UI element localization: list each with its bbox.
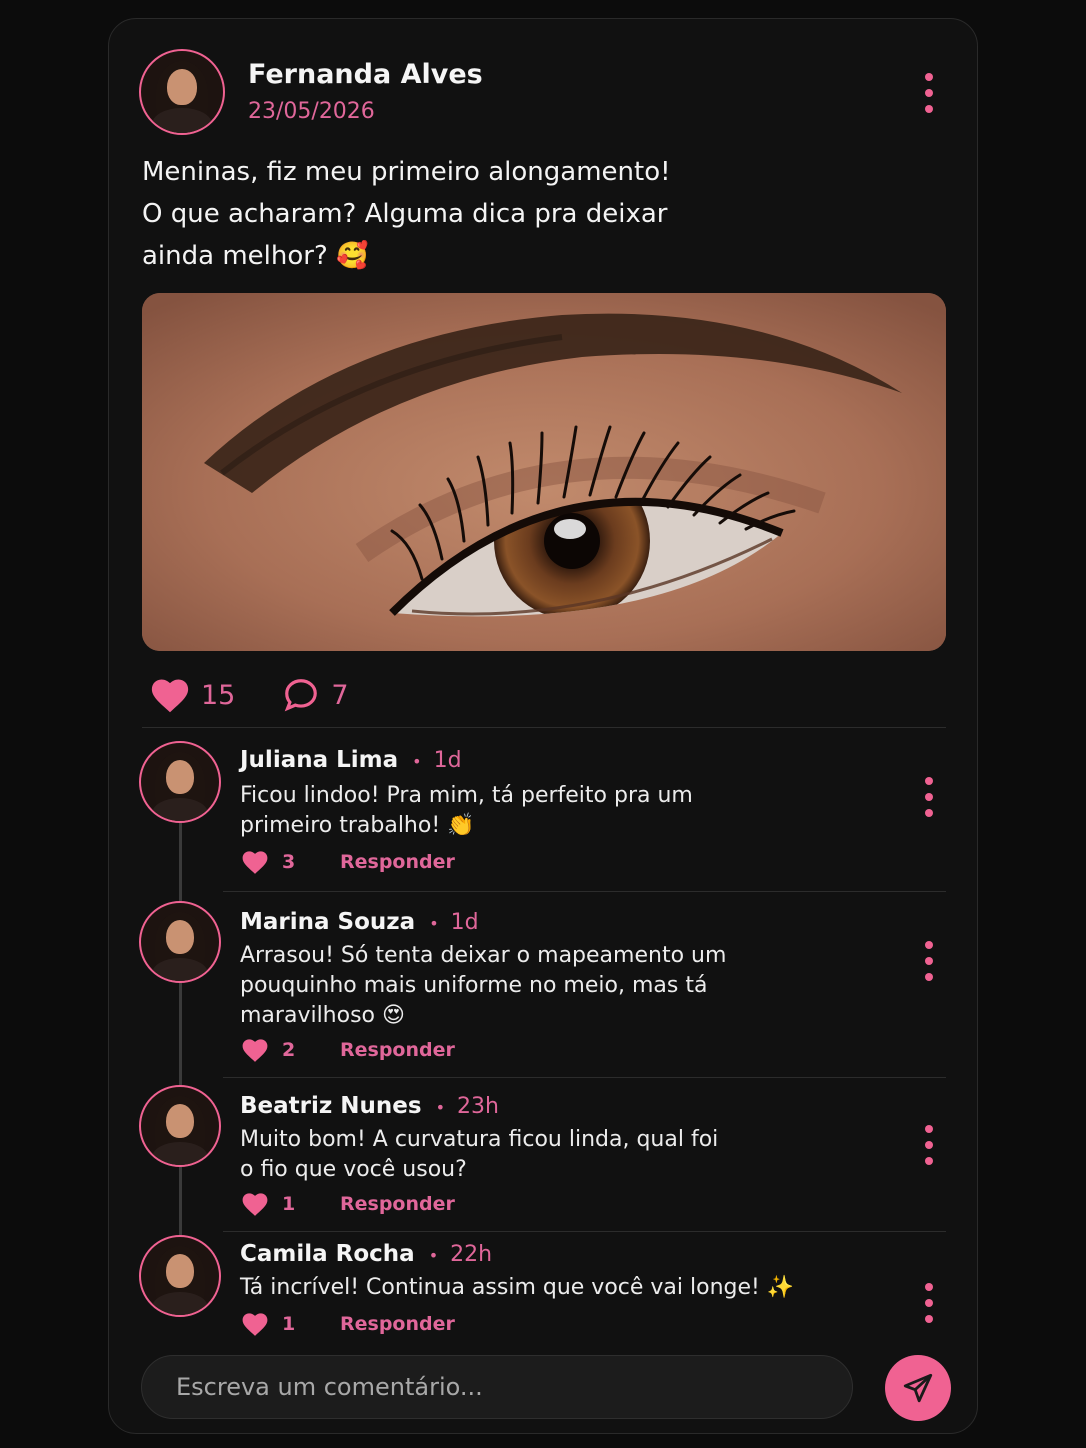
post-text: Meninas, fiz meu primeiro alongamento! O… (142, 151, 742, 277)
comment-text-line: maravilhoso 😍 (240, 1003, 405, 1028)
comment-actions: 3 Responder (240, 847, 455, 877)
send-button[interactable] (885, 1355, 951, 1421)
comment-text-line: Tá incrível! Continua assim que você vai… (240, 1275, 795, 1300)
avatar-body (152, 108, 212, 133)
separator-dot: • (435, 1098, 445, 1117)
comment-like-count: 3 (282, 851, 296, 873)
heart-icon[interactable] (240, 1037, 270, 1063)
commenter-avatar[interactable] (139, 1235, 221, 1317)
comment-time: 1d (433, 748, 462, 773)
comment-input[interactable] (141, 1355, 853, 1419)
author-avatar[interactable] (139, 49, 225, 135)
thread-line (179, 821, 182, 903)
eye-illustration (142, 293, 946, 651)
comment-like-count: 1 (282, 1313, 296, 1335)
post-more-options-icon[interactable] (917, 73, 941, 113)
heart-icon[interactable] (240, 1191, 270, 1217)
send-icon (903, 1373, 933, 1403)
separator-dot: • (428, 1246, 439, 1265)
post-actions: 15 7 (149, 675, 395, 715)
comment-text: Tá incrível! Continua assim que você vai… (240, 1273, 880, 1303)
heart-icon[interactable] (149, 676, 191, 714)
divider (223, 1077, 946, 1078)
reply-button[interactable]: Responder (340, 1193, 455, 1215)
comment-more-options-icon[interactable] (917, 1283, 941, 1323)
commenter-name[interactable]: Juliana Lima (240, 747, 398, 773)
commenter-avatar[interactable] (139, 901, 221, 983)
reply-button[interactable]: Responder (340, 1039, 455, 1061)
post-text-line: Meninas, fiz meu primeiro alongamento! (142, 157, 671, 187)
comment-text-line: o fio que você usou? (240, 1157, 467, 1182)
comment-more-options-icon[interactable] (917, 777, 941, 817)
post-card: Fernanda Alves 23/05/2026 Meninas, fiz m… (108, 18, 978, 1434)
heart-icon[interactable] (240, 849, 270, 875)
thread-line (179, 1167, 182, 1239)
comment-text-line: Ficou lindoo! Pra mim, tá perfeito pra u… (240, 783, 693, 808)
divider (142, 727, 946, 728)
comment-text-line: Muito bom! A curvatura ficou linda, qual… (240, 1127, 719, 1152)
avatar-face (165, 1104, 195, 1139)
commenter-avatar[interactable] (139, 741, 221, 823)
comment-like-count: 2 (282, 1039, 296, 1061)
avatar-face (165, 760, 195, 795)
comment-text-line: primeiro trabalho! 👏 (240, 813, 475, 838)
comment-icon[interactable] (281, 676, 321, 714)
thread-line (179, 982, 182, 1086)
comment-actions: 1 Responder (240, 1189, 455, 1219)
comment-count: 7 (331, 679, 349, 711)
comment-time: 22h (450, 1242, 493, 1267)
comment-header: Juliana Lima • 1d (240, 747, 462, 773)
commenter-name[interactable]: Beatriz Nunes (240, 1093, 422, 1119)
separator-dot: • (429, 914, 439, 933)
author-name[interactable]: Fernanda Alves (248, 59, 483, 90)
comment-actions: 1 Responder (240, 1309, 455, 1339)
separator-dot: • (412, 752, 422, 771)
commenter-name[interactable]: Camila Rocha (240, 1241, 415, 1267)
comment-text: Ficou lindoo! Pra mim, tá perfeito pra u… (240, 781, 800, 841)
divider (223, 1231, 946, 1232)
comment-header: Beatriz Nunes • 23h (240, 1093, 499, 1119)
reply-button[interactable]: Responder (340, 1313, 455, 1335)
commenter-avatar[interactable] (139, 1085, 221, 1167)
reply-button[interactable]: Responder (340, 851, 455, 873)
comment-like-count: 1 (282, 1193, 296, 1215)
comment-time: 23h (457, 1094, 499, 1119)
comment-text: Arrasou! Só tenta deixar o mapeamento um… (240, 941, 800, 1031)
comment-text-line: Arrasou! Só tenta deixar o mapeamento um (240, 943, 727, 968)
heart-icon[interactable] (240, 1311, 270, 1337)
post-image[interactable] (142, 293, 946, 651)
post-text-line: O que acharam? Alguma dica pra deixar (142, 199, 668, 229)
comment-header: Marina Souza • 1d (240, 909, 479, 935)
comment-header: Camila Rocha • 22h (240, 1241, 492, 1267)
comment-time: 1d (450, 910, 479, 935)
comment-actions: 2 Responder (240, 1035, 455, 1065)
divider (223, 891, 946, 892)
avatar-face (165, 1254, 195, 1289)
post-text-line: ainda melhor? 🥰 (142, 241, 369, 271)
like-count: 15 (201, 679, 236, 711)
comment-more-options-icon[interactable] (917, 1125, 941, 1165)
comment-text: Muito bom! A curvatura ficou linda, qual… (240, 1125, 800, 1185)
comment-more-options-icon[interactable] (917, 941, 941, 981)
commenter-name[interactable]: Marina Souza (240, 909, 415, 935)
avatar-face (167, 69, 197, 106)
post-date: 23/05/2026 (248, 99, 375, 124)
avatar-face (165, 920, 195, 955)
comment-text-line: pouquinho mais uniforme no meio, mas tá (240, 973, 708, 998)
